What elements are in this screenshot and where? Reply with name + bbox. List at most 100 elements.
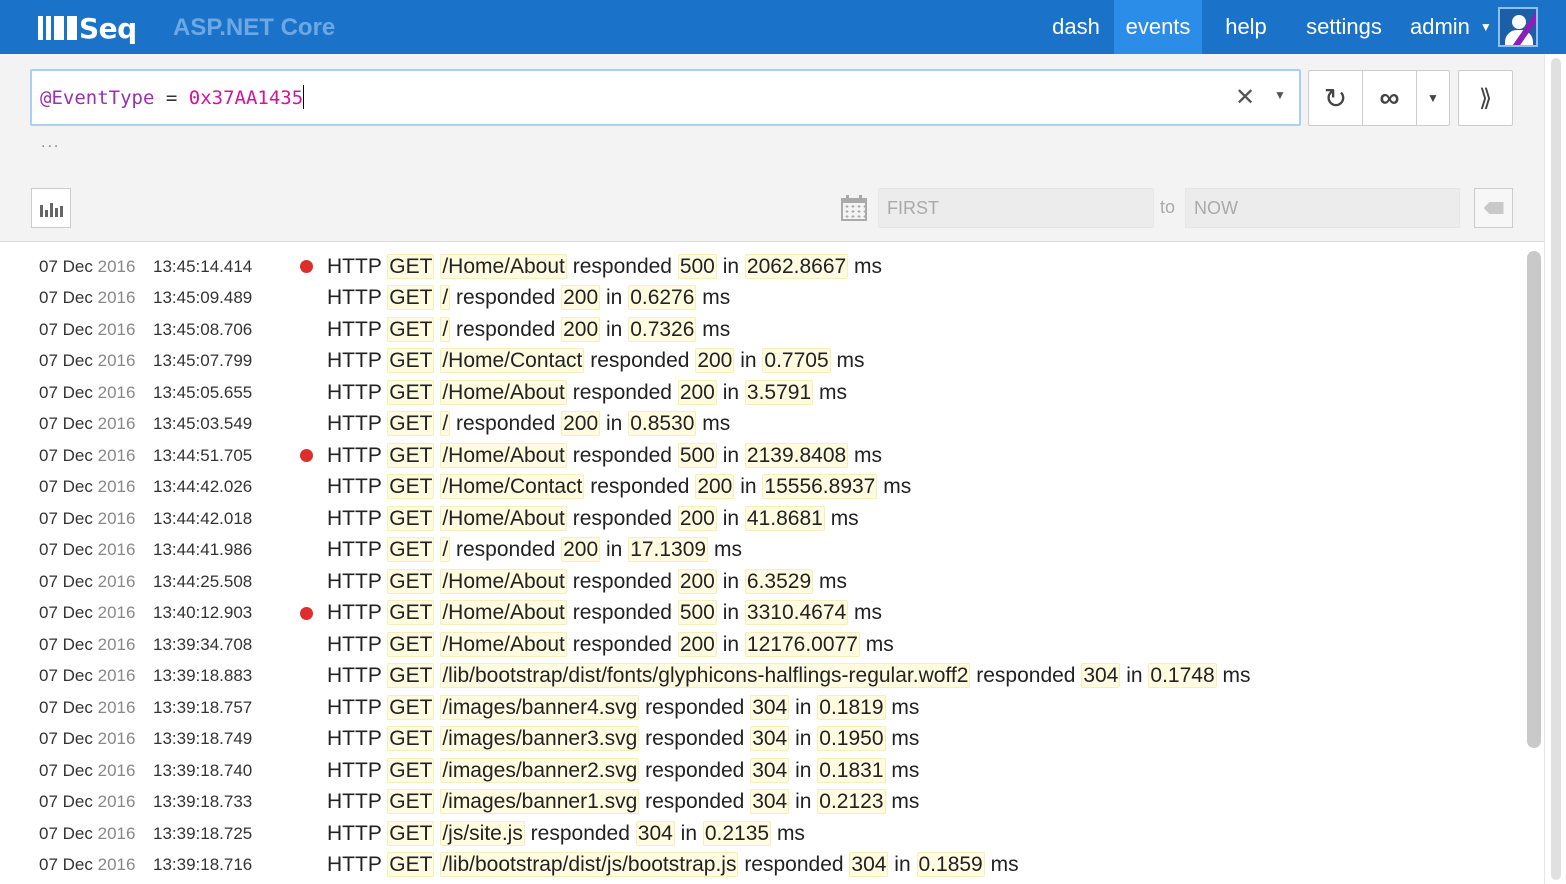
clear-search-icon[interactable]: ✕ [1235,83,1255,112]
event-row[interactable]: 07 Dec 2016 13:39:18.757 HTTP GET /images/… [0,692,1544,724]
status-code-token[interactable]: 200 [561,316,601,342]
clear-date-range-button[interactable] [1474,188,1513,228]
user-menu[interactable]: admin ▼ [1398,0,1498,54]
elapsed-token[interactable]: 12176.0077 [744,631,860,657]
status-code-token[interactable]: 500 [677,442,717,468]
status-code-token[interactable]: 200 [561,537,601,563]
request-method-token[interactable]: GET [387,505,435,531]
status-code-token[interactable]: 200 [695,348,735,374]
request-path-token[interactable]: /lib/bootstrap/dist/js/bootstrap.js [440,852,739,878]
request-method-token[interactable]: GET [387,820,435,846]
nav-help[interactable]: help [1202,0,1290,54]
request-path-token[interactable]: /lib/bootstrap/dist/fonts/glyphicons-hal… [440,663,971,689]
request-path-token[interactable]: /Home/About [440,505,567,531]
calendar-icon[interactable] [841,195,867,221]
status-code-token[interactable]: 304 [635,820,675,846]
refresh-button[interactable]: ↻ [1309,71,1363,125]
event-row[interactable]: 07 Dec 2016 13:39:18.733 HTTP GET /images/… [0,787,1544,819]
elapsed-token[interactable]: 0.7326 [628,316,697,342]
request-method-token[interactable]: GET [387,789,435,815]
request-path-token[interactable]: /Home/About [440,568,567,594]
request-method-token[interactable]: GET [387,852,435,878]
request-path-token[interactable]: /Home/About [440,600,567,626]
elapsed-token[interactable]: 0.1819 [817,694,886,720]
request-path-token[interactable]: / [440,316,451,342]
event-row[interactable]: 07 Dec 2016 13:39:34.708 HTTP GET /Home/Ab… [0,629,1544,661]
event-row[interactable]: 07 Dec 2016 13:44:41.986 HTTP GET / respon… [0,535,1544,567]
elapsed-token[interactable]: 0.1950 [817,726,886,752]
date-from-input[interactable]: FIRST [878,188,1154,228]
page-scrollbar[interactable] [1544,54,1566,884]
status-code-token[interactable]: 200 [677,505,717,531]
request-path-token[interactable]: /Home/About [440,253,567,279]
elapsed-token[interactable]: 0.1859 [916,852,985,878]
elapsed-token[interactable]: 17.1309 [628,537,709,563]
event-row[interactable]: 07 Dec 2016 13:45:07.799 HTTP GET /Home/Co… [0,346,1544,378]
refresh-options-dropdown[interactable]: ▼ [1417,71,1449,125]
request-method-token[interactable]: GET [387,348,435,374]
seq-logo[interactable]: Seq [38,12,137,45]
event-row[interactable]: 07 Dec 2016 13:45:08.706 HTTP GET / respon… [0,314,1544,346]
status-code-token[interactable]: 500 [677,600,717,626]
avatar[interactable] [1498,7,1538,47]
event-row[interactable]: 07 Dec 2016 13:39:18.740 HTTP GET /images/… [0,755,1544,787]
event-row[interactable]: 07 Dec 2016 13:39:18.716 HTTP GET /lib/boo… [0,850,1544,882]
request-method-token[interactable]: GET [387,316,435,342]
nav-events[interactable]: events [1114,0,1202,54]
query-text[interactable]: @EventType = 0x37AA1435 [40,85,305,109]
request-method-token[interactable]: GET [387,663,435,689]
elapsed-token[interactable]: 41.8681 [744,505,825,531]
request-path-token[interactable]: /images/banner3.svg [440,726,640,752]
request-method-token[interactable]: GET [387,442,435,468]
expand-signals-button[interactable]: ⟫ [1458,70,1513,126]
elapsed-token[interactable]: 2139.8408 [744,442,849,468]
request-path-token[interactable]: /Home/About [440,631,567,657]
status-code-token[interactable]: 200 [561,285,601,311]
request-path-token[interactable]: /images/banner2.svg [440,757,640,783]
status-code-token[interactable]: 304 [750,726,790,752]
status-code-token[interactable]: 200 [677,631,717,657]
nav-settings[interactable]: settings [1290,0,1398,54]
request-method-token[interactable]: GET [387,474,435,500]
more-indicator[interactable]: ... [41,134,60,152]
elapsed-token[interactable]: 6.3529 [744,568,814,594]
status-code-token[interactable]: 200 [695,474,735,500]
elapsed-token[interactable]: 0.2135 [702,820,772,846]
status-code-token[interactable]: 304 [849,852,889,878]
request-method-token[interactable]: GET [387,694,435,720]
request-path-token[interactable]: /images/banner1.svg [440,789,640,815]
request-path-token[interactable]: /Home/About [440,442,567,468]
histogram-toggle-button[interactable] [31,188,71,228]
status-code-token[interactable]: 500 [677,253,717,279]
elapsed-token[interactable]: 0.8530 [628,411,697,437]
event-row[interactable]: 07 Dec 2016 13:44:42.026 HTTP GET /Home/Co… [0,472,1544,504]
event-row[interactable]: 07 Dec 2016 13:45:05.655 HTTP GET /Home/Ab… [0,377,1544,409]
elapsed-token[interactable]: 0.1831 [817,757,886,783]
request-method-token[interactable]: GET [387,568,435,594]
request-path-token[interactable]: / [440,537,451,563]
search-input[interactable]: @EventType = 0x37AA1435 ✕ ▼ [30,69,1301,126]
request-method-token[interactable]: GET [387,757,435,783]
elapsed-token[interactable]: 0.2123 [817,789,886,815]
event-row[interactable]: 07 Dec 2016 13:39:18.725 HTTP GET /js/site… [0,818,1544,850]
event-row[interactable]: 07 Dec 2016 13:44:25.508 HTTP GET /Home/Ab… [0,566,1544,598]
request-method-token[interactable]: GET [387,253,435,279]
request-method-token[interactable]: GET [387,726,435,752]
event-row[interactable]: 07 Dec 2016 13:44:51.705 HTTP GET /Home/Ab… [0,440,1544,472]
status-code-token[interactable]: 200 [561,411,601,437]
elapsed-token[interactable]: 2062.8667 [744,253,849,279]
elapsed-token[interactable]: 3.5791 [744,379,814,405]
request-path-token[interactable]: /Home/Contact [440,474,585,500]
request-method-token[interactable]: GET [387,537,435,563]
event-row[interactable]: 07 Dec 2016 13:45:14.414 HTTP GET /Home/Ab… [0,251,1544,283]
tail-button[interactable]: ∞ [1363,71,1417,125]
request-path-token[interactable]: /Home/Contact [440,348,585,374]
elapsed-token[interactable]: 15556.8937 [762,474,878,500]
request-path-token[interactable]: /images/banner4.svg [440,694,640,720]
request-path-token[interactable]: /js/site.js [440,820,525,846]
event-list-scrollbar[interactable] [1527,251,1541,748]
request-method-token[interactable]: GET [387,379,435,405]
status-code-token[interactable]: 304 [750,757,790,783]
status-code-token[interactable]: 200 [677,379,717,405]
request-path-token[interactable]: / [440,285,451,311]
